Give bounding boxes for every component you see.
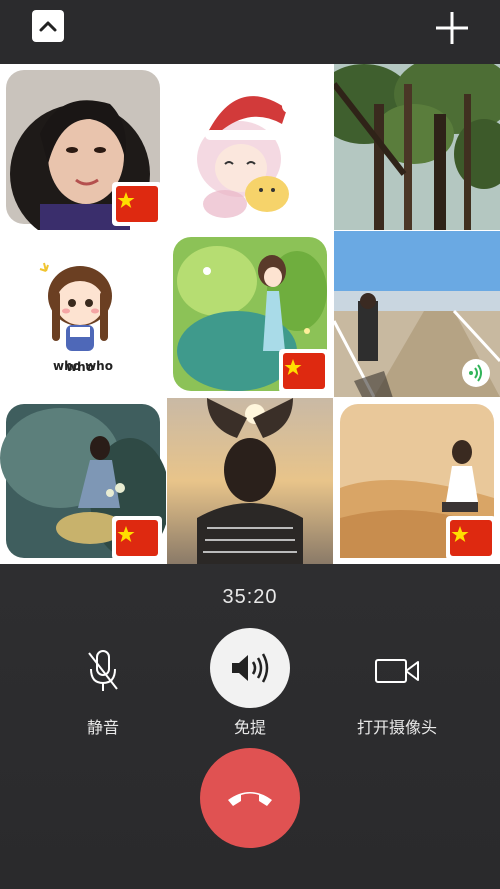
participant-3-tile[interactable] xyxy=(334,64,500,230)
china-flag-icon xyxy=(446,516,496,560)
sound-wave-icon xyxy=(469,364,482,382)
add-participant-button[interactable] xyxy=(432,8,472,48)
participant-8-avatar xyxy=(167,398,333,564)
participant-5-tile[interactable] xyxy=(167,231,333,397)
phone-hangup-icon xyxy=(228,792,272,806)
participant-2-tile[interactable] xyxy=(167,64,333,230)
speaker-icon xyxy=(232,653,269,683)
mute-label: 静音 xyxy=(86,720,119,737)
call-controls-panel: 35:20 静音 免提 打开摄像头 xyxy=(0,564,500,889)
speaker-button[interactable] xyxy=(210,628,290,708)
collapse-button[interactable] xyxy=(32,10,64,42)
hangup-button[interactable] xyxy=(200,748,300,848)
plus-icon xyxy=(436,12,468,44)
participant-2-avatar xyxy=(167,64,333,230)
participant-4-caption: who who xyxy=(53,359,113,373)
microphone-icon xyxy=(88,650,118,691)
participant-grid: who who who who xyxy=(0,64,500,564)
camera-icon xyxy=(375,659,419,683)
participant-1-tile[interactable] xyxy=(0,64,166,230)
china-flag-icon xyxy=(279,349,329,393)
participant-6-tile[interactable] xyxy=(334,231,500,397)
china-flag-icon xyxy=(112,516,162,560)
top-bar xyxy=(0,0,500,64)
speaker-label: 免提 xyxy=(233,720,266,737)
participant-8-tile[interactable] xyxy=(167,398,333,564)
camera-label: 打开摄像头 xyxy=(356,720,437,737)
chevron-up-icon xyxy=(39,21,57,32)
speaking-indicator xyxy=(462,359,490,387)
participant-9-tile[interactable] xyxy=(334,398,500,564)
participant-7-tile[interactable] xyxy=(0,398,166,564)
participant-4-tile[interactable]: who who who who xyxy=(0,231,166,397)
china-flag-icon xyxy=(112,182,162,226)
camera-button[interactable] xyxy=(372,646,422,696)
participant-3-avatar xyxy=(334,64,500,230)
call-timer: 35:20 xyxy=(222,586,278,608)
mute-button[interactable] xyxy=(78,646,128,696)
